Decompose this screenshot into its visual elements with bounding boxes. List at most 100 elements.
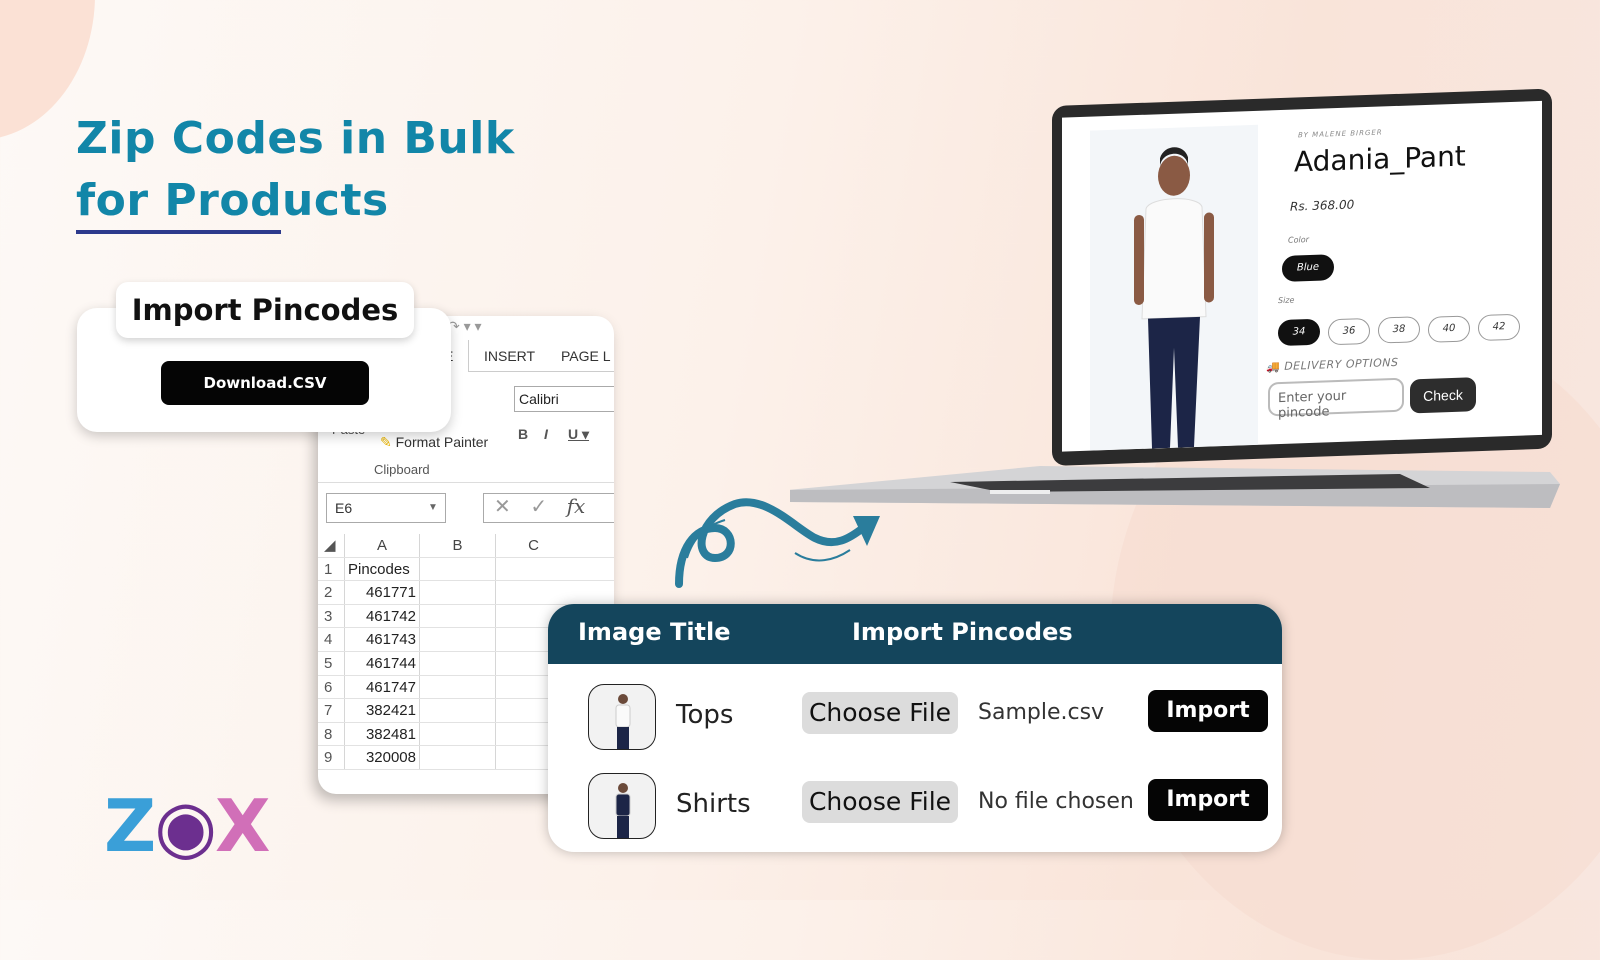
import-button[interactable]: Import (1148, 690, 1268, 732)
clipboard-group-label: Clipboard (374, 462, 430, 477)
quick-access-toolbar[interactable]: ↷ ▾ ▾ (448, 318, 482, 335)
download-csv-button[interactable]: Download.CSV (161, 361, 369, 405)
underline-button[interactable]: U ▾ (568, 426, 589, 443)
italic-button[interactable]: I (544, 426, 548, 442)
column-header-a[interactable]: A (344, 534, 419, 557)
truck-icon: 🚚 (1266, 360, 1281, 374)
row-header[interactable]: 9 (318, 746, 344, 769)
headline-line1: Zip Codes in Bulk (76, 113, 515, 164)
column-header-c[interactable]: C (495, 534, 571, 557)
pincode-input[interactable]: Enter your pincode (1268, 377, 1404, 421)
column-header-b[interactable]: B (419, 534, 495, 557)
product-page: BY MALENE BIRGER Adania_Pant Rs. 368.00 … (1062, 100, 1542, 452)
paintbrush-icon: ✎ (380, 434, 392, 450)
import-button[interactable]: Import (1148, 779, 1268, 821)
row-header[interactable]: 8 (318, 723, 344, 746)
product-thumbnail (588, 773, 656, 839)
cell-b[interactable] (419, 699, 495, 722)
table-row: Shirts Choose File No file chosen Import (548, 769, 1282, 843)
choose-file-button[interactable]: Choose File (802, 692, 958, 734)
font-name-box[interactable]: Calibri (514, 386, 614, 412)
product-title: Shirts (676, 789, 751, 819)
cell-b[interactable] (419, 746, 495, 769)
headline: Zip Codes in Bulk for Products (76, 108, 515, 232)
row-header[interactable]: 1 (318, 558, 344, 581)
file-name: No file chosen (978, 789, 1134, 814)
ribbon-tab-insert[interactable]: INSERT (484, 348, 535, 364)
cell-b[interactable] (419, 604, 495, 628)
product-image (1090, 124, 1258, 451)
cell-b[interactable] (419, 581, 495, 604)
import-table: Image Title Import Pincodes Tops Choose … (548, 604, 1282, 852)
size-label: Size (1278, 295, 1295, 306)
cell-b[interactable] (419, 722, 495, 746)
row-header[interactable]: 6 (318, 676, 344, 699)
cell-b[interactable] (419, 557, 495, 581)
product-name: Adania_Pant (1294, 139, 1466, 179)
location-pin-icon: ◉ (154, 784, 217, 868)
size-option-38[interactable]: 38 (1378, 316, 1420, 344)
row-header[interactable]: 7 (318, 699, 344, 722)
zox-logo: Z◉X (104, 784, 271, 868)
cell-a[interactable]: 382421 (344, 699, 419, 722)
size-option-40[interactable]: 40 (1428, 314, 1470, 343)
delivery-label: DELIVERY OPTIONS (1284, 355, 1399, 373)
formula-bar-buttons: ✕ ✓ fx (483, 493, 614, 523)
table-row: Tops Choose File Sample.csv Import (548, 680, 1282, 754)
format-painter-label: Format Painter (395, 434, 489, 450)
cell-a[interactable]: 461742 (344, 604, 419, 628)
fx-icon[interactable]: fx (567, 494, 586, 518)
import-pincodes-title: Import Pincodes (116, 282, 414, 338)
choose-file-button[interactable]: Choose File (802, 781, 958, 823)
bold-button[interactable]: B (518, 426, 528, 442)
row-header[interactable]: 5 (318, 652, 344, 675)
cell-b[interactable] (419, 651, 495, 675)
header-import-pincodes: Import Pincodes (852, 618, 1073, 646)
color-option-blue[interactable]: Blue (1282, 254, 1334, 282)
header-image-title: Image Title (578, 618, 731, 646)
product-thumbnail (588, 684, 656, 750)
row-header[interactable]: 3 (318, 605, 344, 628)
table-header: Image Title Import Pincodes (548, 604, 1282, 664)
cell-a[interactable]: Pincodes (344, 557, 419, 581)
product-price: Rs. 368.00 (1290, 197, 1355, 214)
headline-underline (76, 230, 281, 234)
delivery-options: 🚚 DELIVERY OPTIONS (1266, 356, 1398, 374)
size-option-36[interactable]: 36 (1328, 317, 1370, 345)
product-info: BY MALENE BIRGER Adania_Pant Rs. 368.00 … (1266, 101, 1542, 444)
select-all-corner[interactable]: ◢ (318, 534, 344, 557)
product-title: Tops (676, 700, 734, 730)
cell-a[interactable]: 461744 (344, 651, 419, 675)
check-icon[interactable]: ✓ (530, 496, 547, 518)
cell-c[interactable] (495, 557, 571, 581)
cell-a[interactable]: 461743 (344, 628, 419, 651)
cell-a[interactable]: 461747 (344, 675, 419, 699)
color-label: Color (1288, 235, 1309, 245)
logo-letter-z: Z (104, 784, 156, 868)
check-button[interactable]: Check (1410, 377, 1476, 414)
cell-a[interactable]: 382481 (344, 722, 419, 746)
cell-b[interactable] (419, 675, 495, 699)
sheet-row: 1 Pincodes (318, 557, 614, 582)
ribbon-tab-page-layout[interactable]: PAGE L (561, 348, 611, 364)
size-option-34[interactable]: 34 (1278, 318, 1320, 347)
cell-a[interactable]: 320008 (344, 746, 419, 769)
chevron-down-icon[interactable]: ▼ (428, 502, 438, 513)
cell-b[interactable] (419, 628, 495, 651)
format-painter-button[interactable]: ✎ Format Painter (380, 434, 488, 451)
laptop-screen: BY MALENE BIRGER Adania_Pant Rs. 368.00 … (1052, 88, 1552, 466)
cancel-icon[interactable]: ✕ (494, 496, 511, 518)
row-header[interactable]: 2 (318, 581, 344, 604)
size-option-42[interactable]: 42 (1478, 313, 1520, 342)
headline-line2: for Products (76, 175, 389, 226)
file-name: Sample.csv (978, 700, 1105, 725)
cell-c[interactable] (495, 581, 571, 604)
cell-a[interactable]: 461771 (344, 581, 419, 604)
row-header[interactable]: 4 (318, 628, 344, 651)
divider (318, 482, 614, 483)
laptop-mockup: BY MALENE BIRGER Adania_Pant Rs. 368.00 … (790, 88, 1570, 530)
logo-letter-x: X (215, 784, 270, 868)
laptop-base (790, 466, 1560, 508)
sheet-row: 2 461771 (318, 581, 614, 605)
column-header-row: ◢ A B C (318, 534, 614, 558)
